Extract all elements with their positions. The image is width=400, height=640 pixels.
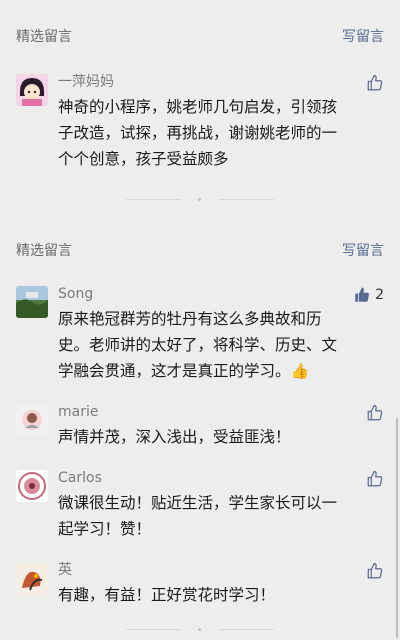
comment-text: 有趣，有益！正好赏花时学习！: [58, 586, 276, 604]
end-divider: [0, 620, 400, 640]
thumbs-up-emoji: 👍: [290, 362, 310, 380]
comment-nickname: Song: [58, 286, 94, 302]
comment-text: 神奇的小程序，姚老师几句启发，引领孩子改造，试探，再挑战，谢谢姚老师的一个个创意…: [58, 98, 338, 168]
comment-item: marie 声情并茂，深入浅出，受益匪浅！: [0, 402, 400, 450]
write-comment-link[interactable]: 写留言: [342, 26, 384, 46]
avatar[interactable]: [16, 470, 48, 502]
thumbs-up-filled-icon: [355, 287, 370, 302]
like-button[interactable]: [366, 470, 384, 488]
section-header-1: 精选留言 写留言: [0, 18, 400, 54]
thumbs-up-icon: [367, 74, 383, 91]
thumbs-up-icon: [367, 404, 383, 421]
comment-text: 微课很生动！贴近生活，学生家长可以一起学习！赞！: [58, 494, 338, 538]
comment-nickname: 一萍妈妈: [58, 74, 114, 90]
like-count: 2: [375, 287, 384, 303]
like-button[interactable]: [366, 404, 384, 422]
avatar[interactable]: [16, 286, 48, 318]
comment-nickname: 英: [58, 562, 72, 578]
avatar[interactable]: [16, 562, 48, 594]
like-button[interactable]: [366, 562, 384, 580]
end-divider: [0, 190, 400, 210]
section-title: 精选留言: [16, 243, 72, 259]
comment-text: 原来艳冠群芳的牡丹有这么多典故和历史。老师讲的太好了，将科学、历史、文学融会贯通…: [58, 306, 350, 384]
like-button[interactable]: 2: [353, 286, 384, 304]
scrollbar[interactable]: [396, 418, 398, 638]
comment-nickname: marie: [58, 404, 99, 420]
avatar[interactable]: [16, 404, 48, 436]
comment-item: Carlos 微课很生动！贴近生活，学生家长可以一起学习！赞！: [0, 468, 400, 542]
thumbs-up-icon: [367, 562, 383, 579]
section-title: 精选留言: [16, 29, 72, 45]
section-header-2: 精选留言 写留言: [0, 232, 400, 268]
comment-item: 英 有趣，有益！正好赏花时学习！: [0, 560, 400, 608]
avatar[interactable]: [16, 74, 48, 106]
comment-text: 声情并茂，深入浅出，受益匪浅！: [58, 428, 291, 446]
like-button[interactable]: [366, 74, 384, 92]
thumbs-up-icon: [367, 470, 383, 487]
write-comment-link[interactable]: 写留言: [342, 240, 384, 260]
comment-nickname: Carlos: [58, 470, 102, 486]
comment-item: 一萍妈妈 神奇的小程序，姚老师几句启发，引领孩子改造，试探，再挑战，谢谢姚老师的…: [0, 72, 400, 172]
comment-item: Song 原来艳冠群芳的牡丹有这么多典故和历史。老师讲的太好了，将科学、历史、文…: [0, 284, 400, 384]
